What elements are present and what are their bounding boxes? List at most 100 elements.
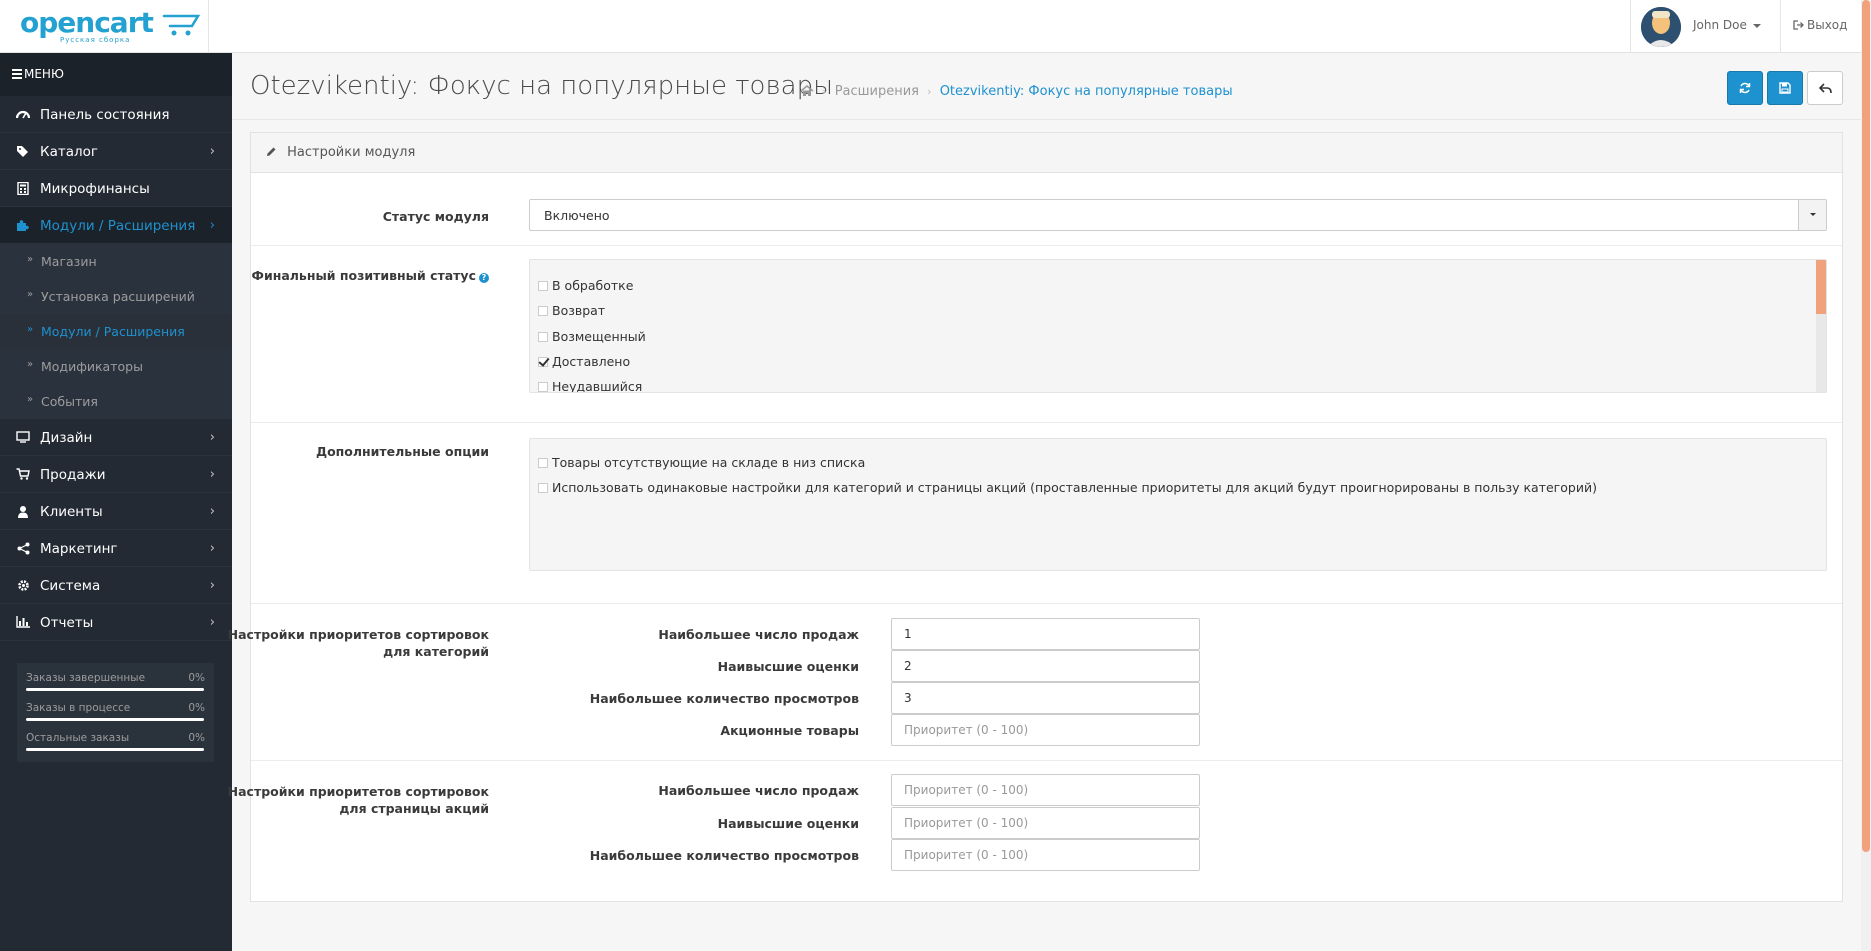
bar-chart-icon [16, 616, 30, 630]
spec-sales-priority-input[interactable] [891, 774, 1200, 806]
share-icon [16, 542, 30, 556]
checkbox[interactable] [538, 483, 548, 493]
sidebar-item-catalog[interactable]: Каталог › [0, 133, 232, 170]
caret-down-icon [1810, 213, 1816, 216]
sidebar-subitem-label: Установка расширений [41, 289, 195, 304]
user-menu[interactable]: John Doe [1630, 0, 1780, 53]
stat-value: 0% [188, 732, 205, 744]
header-divider [208, 0, 209, 53]
extra-option[interactable]: Использовать одинаковые настройки для ка… [538, 480, 1597, 495]
list-scrollbar-thumb[interactable] [1816, 260, 1826, 314]
breadcrumb-current[interactable]: Otezvikentiy: Фокус на популярные товары [940, 84, 1233, 99]
status-option[interactable]: Возврат [538, 303, 605, 318]
field-label: Наивысшие оценки [717, 816, 859, 831]
action-buttons [1723, 71, 1843, 105]
cat-special-priority-input[interactable] [891, 714, 1200, 746]
field-label: Наибольшее число продаж [658, 627, 859, 642]
save-button[interactable] [1767, 71, 1803, 105]
sidebar-subitem-label: Модификаторы [41, 359, 143, 374]
checkbox[interactable] [538, 382, 548, 392]
page-scrollbar[interactable] [1861, 0, 1871, 951]
chevron-down-icon [1752, 23, 1761, 28]
sidebar-subitem-extensions[interactable]: » Модули / Расширения [0, 314, 232, 349]
category-priorities-label: Настройки приоритетов сортировок для кате… [227, 627, 489, 659]
sidebar-subitem-modifications[interactable]: » Модификаторы [0, 349, 232, 384]
breadcrumb-extensions[interactable]: Расширения [835, 84, 919, 99]
chevron-right-icon: › [209, 430, 215, 445]
status-select-value: Включено [544, 208, 610, 223]
module-settings-panel: Настройки модуля Статус модуля Включено … [228, 132, 1843, 902]
logout-label: Выход [1793, 18, 1847, 32]
order-stats: Заказы завершенные 0% Заказы в процессе … [17, 663, 214, 762]
final-status-list[interactable]: В обработке Возврат Возмещенный Доставле… [529, 259, 1827, 393]
chevron-right-icon: › [209, 218, 215, 233]
status-option[interactable]: Неудавшийся [538, 379, 642, 392]
double-chevron-icon: » [27, 394, 34, 405]
sidebar-item-label: Модули / Расширения [40, 218, 196, 234]
extra-option[interactable]: Товары отсутствующие на складе в низ спи… [538, 455, 865, 470]
sidebar-subitem-events[interactable]: » События [0, 384, 232, 419]
status-row: Статус модуля Включено [251, 173, 1842, 246]
sidebar-item-label: Система [40, 578, 101, 594]
stat-label: Заказы завершенные [26, 672, 146, 684]
cat-views-priority-input[interactable] [891, 682, 1200, 714]
cat-sales-priority-input[interactable] [891, 618, 1200, 650]
home-icon[interactable] [800, 85, 814, 101]
list-scrollbar[interactable] [1816, 260, 1826, 392]
spec-rating-priority-input[interactable] [891, 807, 1200, 839]
status-option[interactable]: В обработке [538, 278, 633, 293]
sidebar-item-design[interactable]: Дизайн › [0, 419, 232, 456]
extra-options-row: Дополнительные опции Товары отсутствующи… [251, 423, 1842, 604]
field-label: Наибольшее число продаж [658, 783, 859, 798]
checkbox[interactable] [538, 306, 548, 316]
cart-icon [16, 468, 30, 482]
checkbox[interactable] [538, 281, 548, 291]
sidebar-item-sales[interactable]: Продажи › [0, 456, 232, 493]
checkbox-checked[interactable] [538, 357, 548, 367]
sidebar-subitem-store[interactable]: » Магазин [0, 244, 232, 279]
page-scrollbar-thumb[interactable] [1862, 0, 1870, 852]
sidebar-subitem-installer[interactable]: » Установка расширений [0, 279, 232, 314]
extra-options-list[interactable]: Товары отсутствующие на складе в низ спи… [529, 438, 1827, 571]
double-chevron-icon: » [27, 289, 34, 300]
sidebar-item-label: Клиенты [40, 504, 103, 520]
dropdown-toggle[interactable] [1798, 200, 1826, 230]
sidebar-item-extensions[interactable]: Модули / Расширения › [0, 207, 232, 244]
menu-toggle[interactable]: МЕНЮ [0, 53, 232, 96]
sidebar-item-reports[interactable]: Отчеты › [0, 604, 232, 641]
stat-processing: Заказы в процессе 0% [26, 698, 205, 728]
sidebar-item-label: Дизайн [40, 430, 93, 446]
stat-progress-bar [26, 748, 204, 751]
status-option[interactable]: Возмещенный [538, 329, 646, 344]
final-status-label: Финальный позитивный статус? [252, 267, 489, 284]
sidebar-item-customers[interactable]: Клиенты › [0, 493, 232, 530]
dashboard-icon [15, 108, 31, 122]
stat-label: Остальные заказы [26, 732, 130, 744]
field-label: Наибольшее количество просмотров [589, 848, 859, 863]
stat-label: Заказы в процессе [26, 702, 131, 714]
checkbox[interactable] [538, 332, 548, 342]
opencart-logo[interactable]: opencart Русская сборка [20, 6, 201, 48]
chevron-right-icon: › [209, 504, 215, 519]
double-chevron-icon: » [27, 359, 34, 370]
main-content: Otezvikentiy: Фокус на популярные товары… [228, 53, 1861, 951]
back-button[interactable] [1807, 71, 1843, 105]
pencil-icon [266, 146, 277, 161]
logout-button[interactable]: Выход [1780, 0, 1861, 53]
refresh-icon [1739, 82, 1751, 94]
logo-subtitle: Русская сборка [60, 36, 131, 44]
status-select[interactable]: Включено [529, 199, 1827, 231]
help-icon[interactable]: ? [479, 273, 489, 283]
cat-rating-priority-input[interactable] [891, 650, 1200, 682]
field-label: Наивысшие оценки [717, 659, 859, 674]
spec-views-priority-input[interactable] [891, 839, 1200, 871]
chevron-right-icon: › [209, 615, 215, 630]
status-option[interactable]: Доставлено [538, 354, 630, 369]
refresh-button[interactable] [1727, 71, 1763, 105]
sidebar-item-dashboard[interactable]: Панель состояния [0, 96, 232, 133]
sidebar: МЕНЮ Панель состояния Каталог › Микрофин… [0, 53, 232, 951]
sidebar-item-microfinance[interactable]: Микрофинансы [0, 170, 232, 207]
sidebar-item-marketing[interactable]: Маркетинг › [0, 530, 232, 567]
sidebar-item-system[interactable]: Система › [0, 567, 232, 604]
checkbox[interactable] [538, 458, 548, 468]
